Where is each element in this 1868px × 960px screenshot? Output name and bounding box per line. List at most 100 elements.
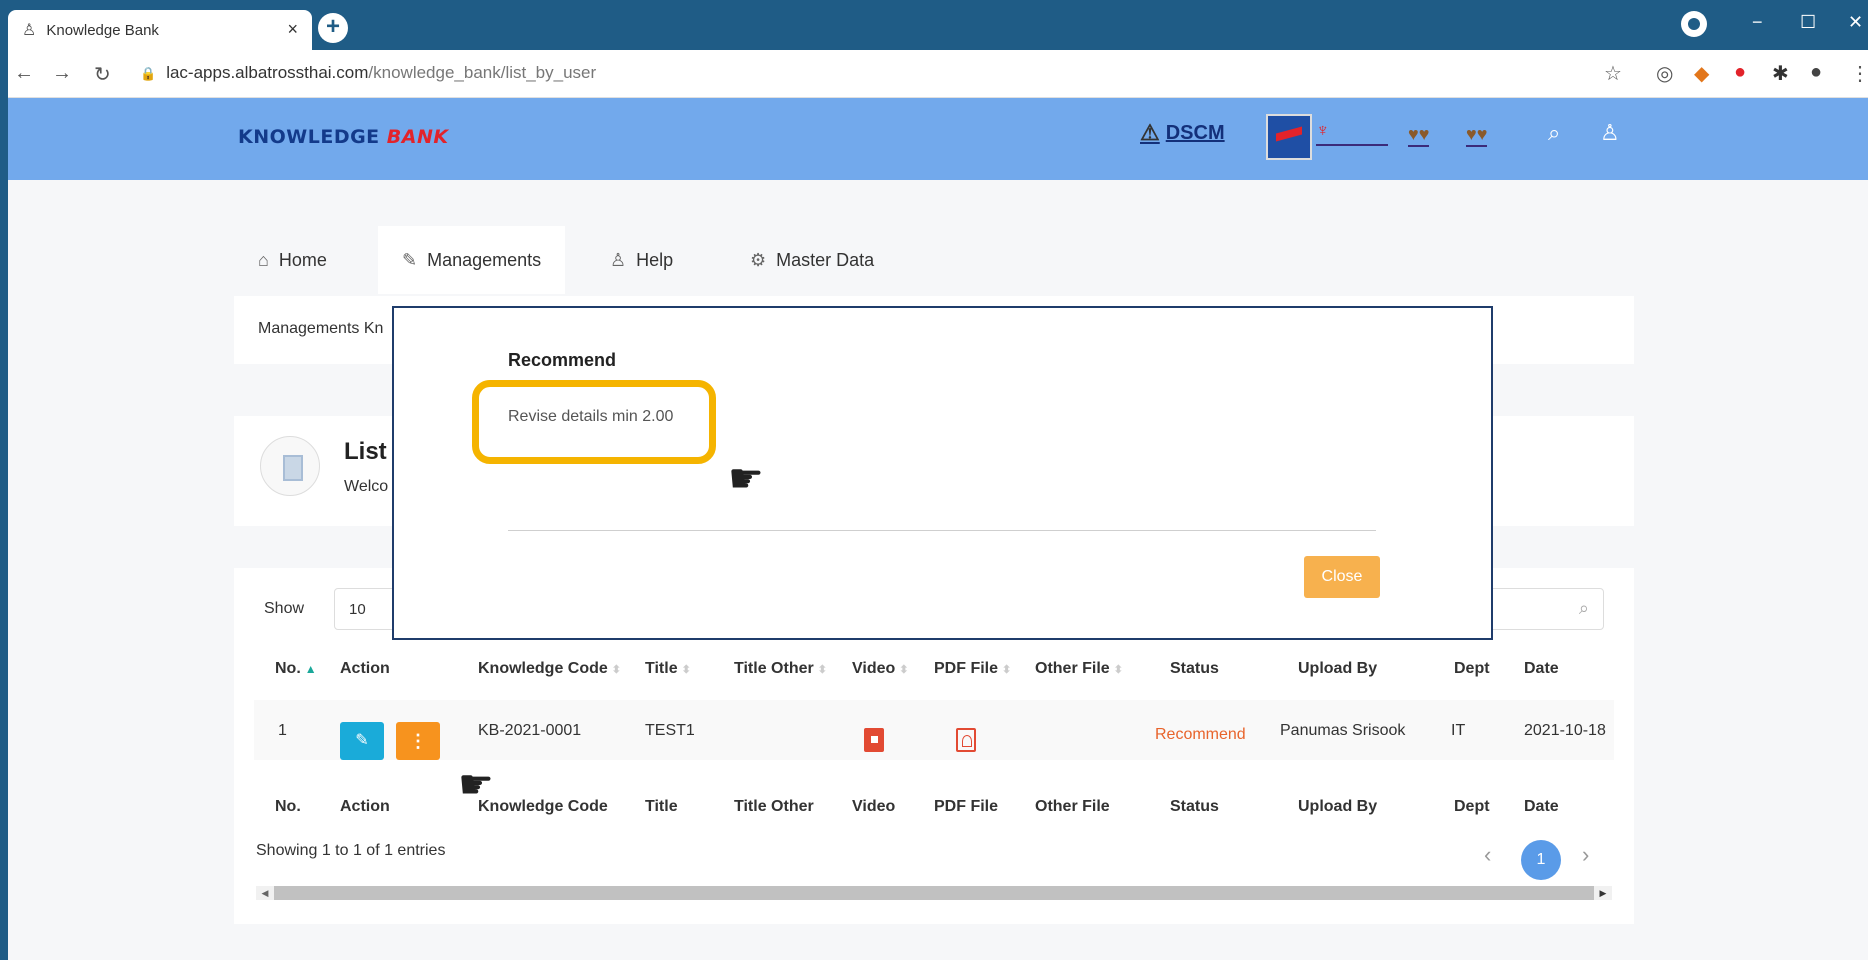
header-knowledge-code[interactable]: Knowledge Code ⬍ <box>478 660 621 678</box>
header-date-label: Date <box>1524 660 1559 677</box>
footer-no: No. <box>275 798 301 815</box>
footer-upload-by: Upload By <box>1298 798 1378 815</box>
puzzle-extension-icon[interactable]: ✱ <box>1772 61 1789 86</box>
close-button[interactable]: Close <box>1304 556 1380 598</box>
dscm-logo-text: DSCM <box>1165 121 1225 144</box>
more-options-button[interactable]: ⋮ <box>396 722 440 760</box>
header-no-label: No. <box>275 660 301 677</box>
pointing-hand-icon: ☚ <box>728 457 764 501</box>
browser-tab-bar: ♙ Knowledge Bank × + − ☐ ✕ <box>0 0 1868 50</box>
new-tab-button[interactable]: + <box>318 13 348 43</box>
browser-menu-icon[interactable]: ⋮ <box>1850 61 1868 86</box>
header-pdf-file-label: PDF File <box>934 660 999 677</box>
header-knowledge-code-label: Knowledge Code <box>478 660 608 677</box>
header-title[interactable]: Title ⬍ <box>645 660 691 678</box>
tab-master-data[interactable]: ⚙ Master Data <box>726 226 898 294</box>
tab-managements[interactable]: ✎ Managements <box>378 226 566 294</box>
opera-extension-icon[interactable]: ● <box>1734 61 1746 84</box>
partner-logo-2: ♥♥ <box>1466 124 1488 147</box>
user-menu-icon[interactable]: ♙ <box>1600 120 1620 146</box>
header-dept-label: Dept <box>1454 660 1490 677</box>
app-favicon-icon: ♙ <box>22 22 37 39</box>
browser-tab[interactable]: ♙ Knowledge Bank × <box>8 10 312 50</box>
profile-icon[interactable] <box>1681 11 1707 37</box>
bookmark-star-icon[interactable]: ☆ <box>1604 61 1622 86</box>
header-action: Action <box>340 660 390 678</box>
dscm-logo: ⚠ DSCM <box>1140 120 1225 146</box>
recommend-modal: Recommend Revise details min 2.00 Close <box>392 306 1493 640</box>
partner-logo-1: ♥♥ <box>1408 124 1430 147</box>
search-icon[interactable]: ⌕ <box>1548 120 1560 146</box>
sort-icon: ⬍ <box>1002 664 1012 676</box>
page-size-select[interactable]: 10 <box>334 588 398 630</box>
scroll-right-arrow-icon[interactable]: ▶ <box>1594 886 1612 900</box>
table-info: Showing 1 to 1 of 1 entries <box>256 842 446 859</box>
url-host: lac-apps.albatrossthai.com <box>166 63 369 82</box>
footer-dept: Dept <box>1454 798 1490 815</box>
cell-title: TEST1 <box>645 722 695 739</box>
back-arrow-icon[interactable]: ← <box>14 62 34 85</box>
tab-home[interactable]: ⌂ Home <box>234 226 351 294</box>
header-status-label: Status <box>1170 660 1219 677</box>
pager-page-1[interactable]: 1 <box>1521 840 1561 880</box>
pdf-file-icon[interactable] <box>956 728 976 752</box>
forward-arrow-icon[interactable]: → <box>52 62 72 85</box>
video-file-icon[interactable] <box>864 728 884 752</box>
close-window-button[interactable]: ✕ <box>1848 12 1863 33</box>
header-date: Date <box>1524 660 1559 678</box>
sort-icon: ⬍ <box>681 664 691 676</box>
sort-icon: ⬍ <box>899 664 909 676</box>
support-icon: ♙ <box>610 249 627 270</box>
cell-no: 1 <box>278 722 287 739</box>
gear-icon: ⚙ <box>750 249 767 270</box>
header-upload-by-label: Upload By <box>1298 660 1378 677</box>
sort-asc-icon: ▲ <box>304 662 317 676</box>
address-bar: ← → ↻ 🔒 lac-apps.albatrossthai.com/knowle… <box>0 50 1868 98</box>
brand-text-1: KNOWLEDGE <box>238 126 387 148</box>
footer-video: Video <box>852 798 896 815</box>
header-video[interactable]: Video ⬍ <box>852 660 909 678</box>
pager-next-icon[interactable]: › <box>1582 842 1589 868</box>
footer-pdf-file: PDF File <box>934 798 999 815</box>
tab-managements-label: Managements <box>427 249 542 270</box>
header-other-file[interactable]: Other File ⬍ <box>1035 660 1123 678</box>
maximize-button[interactable]: ☐ <box>1800 12 1816 33</box>
pencil-icon: ✎ <box>402 249 418 270</box>
window-left-border <box>0 50 8 960</box>
header-status: Status <box>1170 660 1219 678</box>
header-pdf-file[interactable]: PDF File ⬍ <box>934 660 1011 678</box>
kebab-menu-icon: ⋮ <box>409 731 427 751</box>
footer-title: Title <box>645 798 678 815</box>
modal-divider <box>508 530 1376 531</box>
footer-knowledge-code: Knowledge Code <box>478 798 608 815</box>
tab-close-icon[interactable]: × <box>287 19 298 40</box>
header-title-other[interactable]: Title Other ⬍ <box>734 660 827 678</box>
extension-circle-icon[interactable]: ◎ <box>1656 61 1673 86</box>
sort-icon: ⬍ <box>1113 664 1123 676</box>
scroll-left-arrow-icon[interactable]: ◀ <box>256 886 274 900</box>
pager-prev-icon[interactable]: ‹ <box>1484 842 1491 868</box>
pencil-icon: ✎ <box>355 732 369 749</box>
footer-date: Date <box>1524 798 1559 815</box>
header-title-label: Title <box>645 660 678 677</box>
footer-action: Action <box>340 798 390 815</box>
footer-title-other: Title Other <box>734 798 814 815</box>
horizontal-scrollbar[interactable] <box>274 886 1604 900</box>
ttv-logo: ♆ <box>1316 120 1388 146</box>
lock-icon: 🔒 <box>140 66 157 81</box>
brand-logo[interactable]: KNOWLEDGE BANK <box>238 126 449 148</box>
app-header: KNOWLEDGE BANK ⚠ DSCM ♆ ♥♥ ♥♥ ⌕ ♙ <box>0 98 1868 180</box>
url-field[interactable]: 🔒 lac-apps.albatrossthai.com/knowledge_ba… <box>140 63 596 83</box>
minimize-button[interactable]: − <box>1752 12 1763 33</box>
search-icon: ⌕ <box>1578 598 1589 618</box>
page-title: List <box>344 438 387 465</box>
metamask-extension-icon[interactable]: ◆ <box>1694 61 1709 86</box>
user-avatar-icon[interactable]: ● <box>1810 61 1822 84</box>
tab-help[interactable]: ♙ Help <box>586 226 697 294</box>
edit-button[interactable]: ✎ <box>340 722 384 760</box>
tab-home-label: Home <box>278 249 327 270</box>
header-no[interactable]: No. ▲ <box>275 660 317 678</box>
reload-icon[interactable]: ↻ <box>94 62 111 87</box>
status-badge: Recommend <box>1155 726 1246 743</box>
url-path: /knowledge_bank/list_by_user <box>368 63 597 82</box>
